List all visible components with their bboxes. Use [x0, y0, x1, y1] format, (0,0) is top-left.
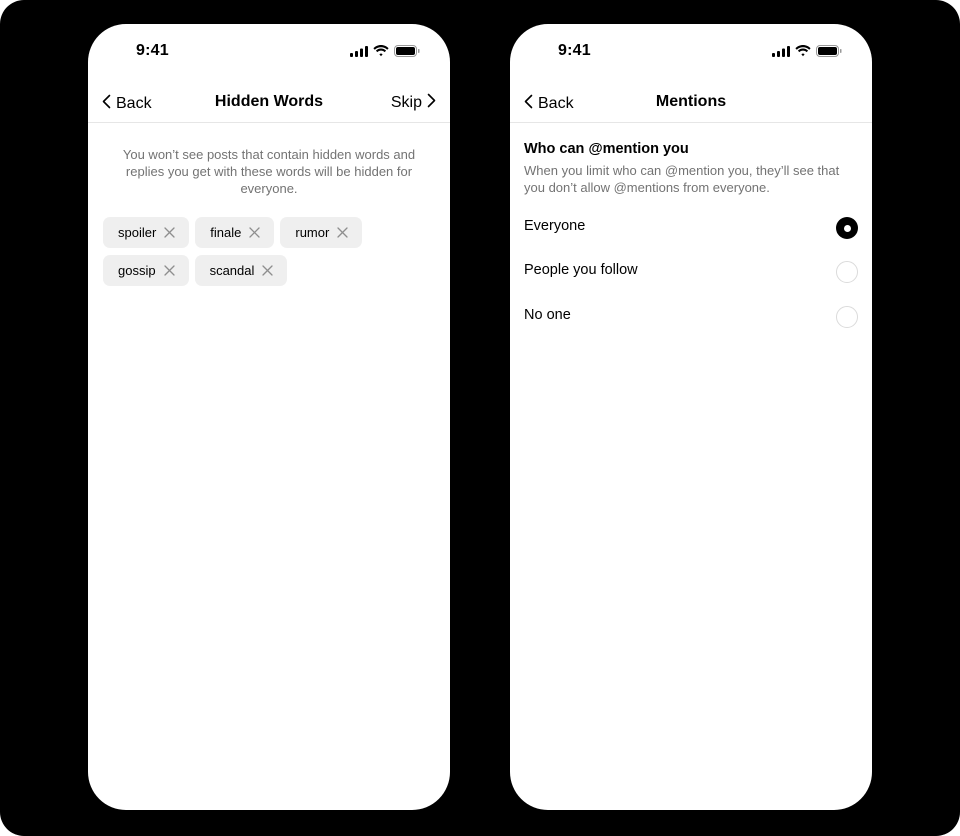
option-label: No one — [524, 307, 571, 323]
close-icon[interactable] — [249, 227, 261, 238]
status-time: 9:41 — [136, 42, 169, 59]
hidden-word-chip[interactable]: gossip — [103, 255, 189, 286]
chip-label: scandal — [209, 263, 255, 278]
wifi-icon — [373, 45, 389, 57]
close-icon[interactable] — [164, 227, 175, 238]
battery-icon — [394, 45, 420, 57]
close-icon[interactable] — [262, 265, 274, 276]
hidden-word-chip[interactable]: spoiler — [103, 217, 190, 248]
battery-icon — [816, 45, 842, 57]
status-bar: 9:41 — [510, 24, 872, 78]
chip-label: finale — [210, 225, 242, 240]
status-icons — [772, 45, 842, 57]
cellular-signal-icon — [772, 45, 790, 57]
option-people-you-follow[interactable]: People you follow — [510, 250, 872, 294]
chevron-right-icon — [427, 93, 436, 113]
skip-label: Skip — [390, 94, 422, 111]
nav-bar: Back Hidden Words Skip — [88, 86, 450, 122]
nav-divider — [510, 122, 872, 123]
chip-label: gossip — [118, 263, 156, 278]
option-everyone[interactable]: Everyone — [510, 206, 872, 250]
radio-button[interactable] — [836, 306, 858, 328]
skip-button[interactable]: Skip — [391, 93, 436, 113]
hidden-word-chip[interactable]: scandal — [194, 255, 288, 286]
radio-button-selected[interactable] — [836, 217, 858, 239]
page-title: Mentions — [655, 93, 727, 110]
cellular-signal-icon — [350, 45, 368, 57]
radio-button[interactable] — [836, 261, 858, 283]
chip-label: rumor — [295, 225, 330, 240]
nav-bar: Back Mentions — [510, 86, 872, 122]
mentions-screen: 9:41 Back Mentions Who can @mention you … — [510, 24, 872, 810]
option-label: People you follow — [524, 262, 638, 278]
section-title: Who can @mention you — [524, 141, 689, 157]
hidden-word-chips: spoiler finale rumor gossip scandal — [103, 217, 403, 286]
hidden-word-chip[interactable]: finale — [195, 217, 275, 248]
hidden-words-screen: 9:41 Back Hidden Words Skip You won’t se… — [88, 24, 450, 810]
chip-label: spoiler — [118, 225, 157, 240]
hidden-word-chip[interactable]: rumor — [280, 217, 363, 248]
option-label: Everyone — [524, 218, 586, 234]
hidden-words-hint: You won’t see posts that contain hidden … — [122, 147, 416, 196]
close-icon[interactable] — [163, 265, 175, 276]
option-no-one[interactable]: No one — [510, 295, 872, 339]
nav-divider — [88, 122, 450, 123]
status-icons — [350, 45, 420, 57]
section-description: When you limit who can @mention you, the… — [524, 163, 840, 195]
wifi-icon — [795, 45, 811, 57]
close-icon[interactable] — [337, 227, 348, 238]
status-time: 9:41 — [558, 42, 591, 59]
status-bar: 9:41 — [88, 24, 450, 78]
